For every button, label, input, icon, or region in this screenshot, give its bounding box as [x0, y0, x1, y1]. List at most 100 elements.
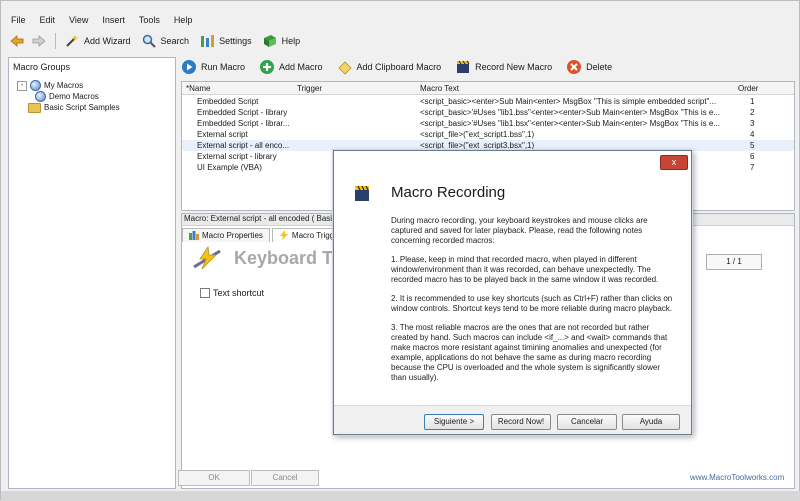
search-button[interactable]: Search [141, 33, 190, 49]
trigger-lightning-icon [279, 229, 289, 242]
grid-header: *Name Trigger Macro Text Order [182, 82, 794, 95]
settings-label: Settings [219, 36, 252, 46]
settings-icon [199, 33, 215, 49]
globe-icon [30, 80, 41, 91]
tab-macro-properties[interactable]: Macro Properties [182, 228, 270, 242]
dialog-paragraph: During macro recording, your keyboard ke… [391, 216, 648, 245]
menu-file[interactable]: File [11, 15, 26, 29]
row-macro-text: <script_basic><enter>Sub Main<enter> Msg… [420, 97, 717, 106]
help-book-icon [262, 33, 278, 49]
collapse-icon[interactable]: - [17, 80, 27, 91]
settings-button[interactable]: Settings [199, 33, 252, 49]
col-order-header[interactable]: Order [738, 84, 758, 93]
menu-edit[interactable]: Edit [40, 15, 56, 29]
ok-button[interactable]: OK [178, 470, 250, 486]
table-row[interactable]: Embedded Script <script_basic><enter>Sub… [182, 96, 794, 107]
text-shortcut-checkbox[interactable]: Text shortcut [200, 288, 264, 298]
add-wizard-button[interactable]: Add Wizard [64, 33, 131, 49]
search-label: Search [160, 36, 190, 46]
checkbox-box[interactable] [200, 288, 210, 298]
row-order: 2 [750, 108, 755, 117]
row-order: 4 [750, 130, 755, 139]
row-macro-text: <script_file>("ext_script1.bss",1) [420, 130, 535, 139]
menu-help[interactable]: Help [174, 15, 193, 29]
menu-view[interactable]: View [69, 15, 88, 29]
tree-item-label: Basic Script Samples [44, 103, 120, 112]
properties-tabs: Macro Properties Macro Trigge [182, 228, 348, 242]
macro-groups-title: Macro Groups [13, 62, 71, 72]
row-name: External script - all enco... [197, 141, 290, 150]
record-new-macro-button[interactable]: Record New Macro [455, 59, 552, 75]
dialog-paragraph: 2. It is recommended to use key shortcut… [391, 294, 673, 313]
help-label: Help [281, 36, 301, 46]
add-clipboard-macro-button[interactable]: Add Clipboard Macro [337, 59, 442, 75]
dialog-paragraph: 3. The most reliable macros are the ones… [391, 323, 668, 382]
run-macro-label: Run Macro [201, 62, 246, 72]
menu-tools[interactable]: Tools [139, 15, 160, 29]
tree-item-label: Demo Macros [49, 92, 99, 101]
properties-icon [189, 230, 199, 242]
delete-icon [566, 59, 582, 75]
page-indicator: 1 / 1 [706, 254, 762, 270]
toolbar-separator [55, 33, 56, 49]
help-button[interactable]: Help [262, 33, 301, 49]
row-order: 3 [750, 119, 755, 128]
row-name: Embedded Script [197, 97, 259, 106]
run-macro-button[interactable]: Run Macro [181, 59, 245, 75]
row-macro-text: <script_file>("ext_script3.bsx",1) [420, 141, 535, 150]
table-row[interactable]: External script <script_file>("ext_scrip… [182, 129, 794, 140]
macro-action-toolbar: Run Macro Add Macro Add Clipboard Macro … [181, 57, 793, 77]
tree-item-demo-macros[interactable]: Demo Macros [17, 91, 120, 102]
row-name: External script [197, 130, 248, 139]
add-wizard-label: Add Wizard [84, 36, 131, 46]
col-trigger-header[interactable]: Trigger [297, 84, 322, 93]
dialog-body: During macro recording, your keyboard ke… [391, 216, 673, 392]
menu-insert[interactable]: Insert [102, 15, 125, 29]
website-link[interactable]: www.MacroToolworks.com [690, 473, 784, 482]
dialog-paragraph: 1. Please, keep in mind that recorded ma… [391, 255, 659, 284]
add-clipboard-macro-label: Add Clipboard Macro [356, 62, 442, 72]
menu-bar: File Edit View Insert Tools Help [1, 15, 800, 29]
dialog-title: Macro Recording [391, 184, 506, 201]
text-shortcut-label: Text shortcut [213, 288, 265, 298]
dialog-close-button[interactable]: x [660, 155, 688, 170]
globe-icon [35, 91, 46, 102]
next-button[interactable]: Siguiente > [424, 414, 484, 430]
cancel-dialog-button[interactable]: Cancelar [557, 414, 617, 430]
tree-item-my-macros[interactable]: - My Macros [17, 80, 120, 91]
col-name-header[interactable]: *Name [186, 84, 210, 93]
dialog-button-bar: Siguiente > Record Now! Cancelar Ayuda [334, 405, 691, 434]
row-name: Embedded Script - librar... [197, 119, 290, 128]
tree-item-basic-script-samples[interactable]: Basic Script Samples [17, 102, 120, 113]
macro-groups-tree: - My Macros Demo Macros Basic Script Sam… [17, 80, 120, 113]
keyboard-trigger-title: Keyboard T [234, 248, 334, 268]
delete-label: Delete [586, 62, 613, 72]
table-row[interactable]: Embedded Script - librar... <script_basi… [182, 118, 794, 129]
search-icon [141, 33, 157, 49]
record-clapper-icon [353, 184, 371, 202]
back-arrow-icon[interactable] [9, 33, 25, 49]
cancel-button[interactable]: Cancel [251, 470, 319, 486]
row-macro-text: <script_basic>'#Uses "lib1.bss"<enter><e… [420, 108, 720, 117]
record-clapper-icon [455, 59, 471, 75]
col-macro-text-header[interactable]: Macro Text [420, 84, 459, 93]
help-dialog-button[interactable]: Ayuda [622, 414, 680, 430]
add-icon [259, 59, 275, 75]
row-order: 6 [750, 152, 755, 161]
row-order: 1 [750, 97, 755, 106]
keyboard-lightning-icon [190, 245, 224, 273]
table-row[interactable]: Embedded Script - library <script_basic>… [182, 107, 794, 118]
row-macro-text: <script_basic>'#Uses "lib1.bsx"<enter><e… [420, 119, 720, 128]
run-icon [181, 59, 197, 75]
wand-icon [64, 33, 80, 49]
macro-groups-panel: Macro Groups - My Macros Demo Macros Bas… [8, 57, 176, 489]
forward-arrow-icon[interactable] [31, 33, 47, 49]
record-now-button[interactable]: Record Now! [491, 414, 551, 430]
add-macro-label: Add Macro [279, 62, 323, 72]
tab-label: Macro Trigge [291, 231, 339, 240]
add-macro-button[interactable]: Add Macro [259, 59, 323, 75]
folder-icon [28, 102, 41, 113]
delete-button[interactable]: Delete [566, 59, 612, 75]
row-order: 5 [750, 141, 755, 150]
main-toolbar: Add Wizard Search Settings Help [1, 31, 800, 51]
